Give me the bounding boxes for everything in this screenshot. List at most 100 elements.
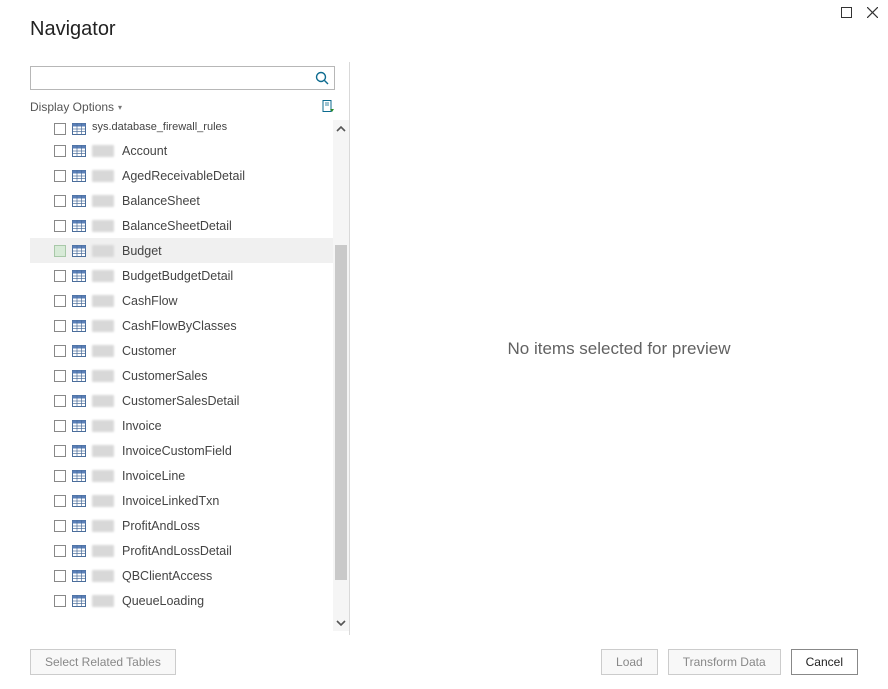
display-options-row: Display Options ▾ [30,100,335,114]
redacted-prefix [92,470,114,482]
table-icon [72,519,86,533]
tree-item-label: BalanceSheetDetail [122,219,232,233]
checkbox[interactable] [54,295,66,307]
tree-item-label: InvoiceLinkedTxn [122,494,219,508]
tree-item[interactable]: CustomerSales [30,363,333,388]
checkbox[interactable] [54,145,66,157]
tree-item-label: BalanceSheet [122,194,200,208]
preview-pane: No items selected for preview [350,62,888,635]
close-button[interactable] [864,4,880,20]
refresh-icon[interactable] [321,100,335,114]
redacted-prefix [92,545,114,557]
checkbox[interactable] [54,395,66,407]
checkbox[interactable] [54,420,66,432]
tree-item[interactable]: CashFlowByClasses [30,313,333,338]
tree-item[interactable]: InvoiceCustomField [30,438,333,463]
checkbox[interactable] [54,370,66,382]
tree-item[interactable]: Customer [30,338,333,363]
table-tree: sys.database_firewall_rules Account Aged… [30,120,349,631]
table-icon [72,144,86,158]
checkbox[interactable] [54,170,66,182]
load-button[interactable]: Load [601,649,658,675]
table-icon [72,369,86,383]
tree-item-label: Invoice [122,419,162,433]
tree-item-label: Customer [122,344,176,358]
transform-data-button[interactable]: Transform Data [668,649,781,675]
tree-item[interactable]: CashFlow [30,288,333,313]
checkbox[interactable] [54,195,66,207]
table-icon [72,394,86,408]
checkbox[interactable] [54,123,66,135]
tree-item[interactable]: Invoice [30,413,333,438]
tree-item[interactable]: QueueLoading [30,588,333,613]
tree-item[interactable]: ProfitAndLoss [30,513,333,538]
maximize-button[interactable] [838,4,854,20]
checkbox[interactable] [54,545,66,557]
checkbox[interactable] [54,445,66,457]
table-icon [72,469,86,483]
redacted-prefix [92,220,114,232]
table-icon [72,169,86,183]
scroll-down-button[interactable] [333,613,349,631]
maximize-icon [841,7,852,18]
checkbox[interactable] [54,270,66,282]
table-icon [72,194,86,208]
content-area: Display Options ▾ sys.database_firewall_… [0,62,888,635]
checkbox[interactable] [54,245,66,257]
navigator-left-pane: Display Options ▾ sys.database_firewall_… [0,62,350,635]
display-options-dropdown[interactable]: Display Options ▾ [30,100,122,114]
tree-item[interactable]: InvoiceLinkedTxn [30,488,333,513]
checkbox[interactable] [54,470,66,482]
tree-item-label: Account [122,144,167,158]
tree-item-label: InvoiceLine [122,469,185,483]
redacted-prefix [92,420,114,432]
tree-item[interactable]: sys.database_firewall_rules [30,120,333,138]
preview-empty-message: No items selected for preview [508,339,731,359]
footer-right-group: Load Transform Data Cancel [601,649,858,675]
redacted-prefix [92,345,114,357]
tree-item[interactable]: InvoiceLine [30,463,333,488]
redacted-prefix [92,520,114,532]
table-icon [72,319,86,333]
checkbox[interactable] [54,495,66,507]
tree-item-label: sys.database_firewall_rules [92,121,227,133]
cancel-button[interactable]: Cancel [791,649,858,675]
redacted-prefix [92,145,114,157]
footer: Select Related Tables Load Transform Dat… [0,635,888,689]
tree-item[interactable]: BalanceSheetDetail [30,213,333,238]
tree-item[interactable]: AgedReceivableDetail [30,163,333,188]
checkbox[interactable] [54,595,66,607]
tree-item[interactable]: Account [30,138,333,163]
redacted-prefix [92,170,114,182]
search-icon[interactable] [314,70,330,86]
checkbox[interactable] [54,520,66,532]
table-icon [72,444,86,458]
tree-item[interactable]: CustomerSalesDetail [30,388,333,413]
checkbox[interactable] [54,345,66,357]
select-related-tables-button[interactable]: Select Related Tables [30,649,176,675]
table-icon [72,419,86,433]
checkbox[interactable] [54,570,66,582]
table-icon [72,269,86,283]
tree-item[interactable]: BudgetBudgetDetail [30,263,333,288]
tree-item-label: QBClientAccess [122,569,212,583]
table-icon [72,569,86,583]
vertical-scrollbar[interactable] [333,120,349,631]
tree-item[interactable]: ProfitAndLossDetail [30,538,333,563]
scroll-up-button[interactable] [333,120,349,138]
table-icon [72,219,86,233]
scrollbar-thumb[interactable] [335,245,347,580]
redacted-prefix [92,195,114,207]
table-icon [72,294,86,308]
tree-item[interactable]: BalanceSheet [30,188,333,213]
tree-item[interactable]: QBClientAccess [30,563,333,588]
search-input[interactable] [31,67,334,89]
search-box[interactable] [30,66,335,90]
redacted-prefix [92,495,114,507]
chevron-up-icon [336,126,346,133]
tree-item[interactable]: Budget [30,238,333,263]
checkbox[interactable] [54,220,66,232]
checkbox[interactable] [54,320,66,332]
redacted-prefix [92,270,114,282]
redacted-prefix [92,445,114,457]
